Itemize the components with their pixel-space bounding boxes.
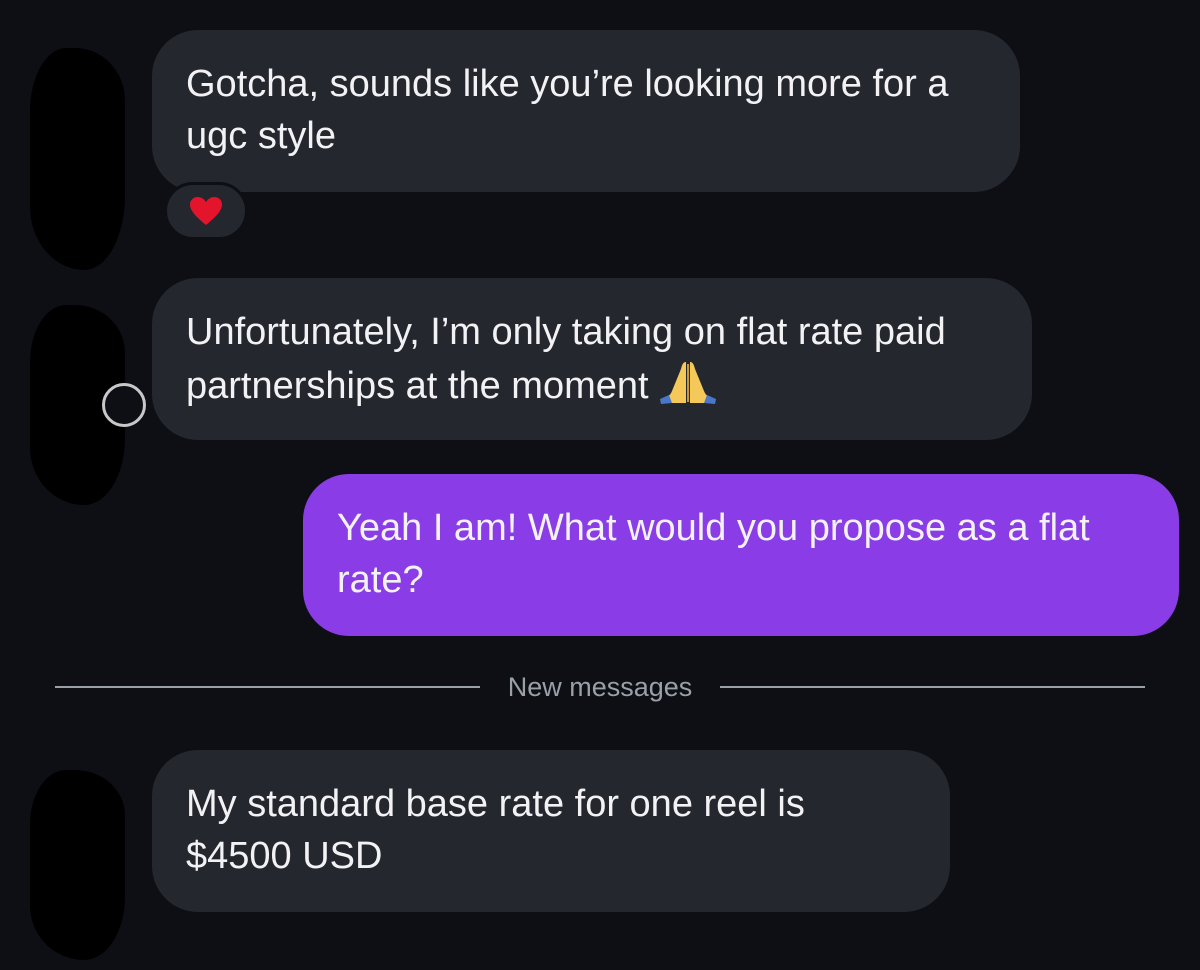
avatar-edge	[102, 383, 146, 427]
message-text: Gotcha, sounds like you’re looking more …	[186, 63, 949, 157]
message-bubble-outgoing[interactable]: Yeah I am! What would you propose as a f…	[303, 474, 1179, 636]
new-messages-divider: New messages	[55, 671, 1146, 702]
folded-hands-icon	[659, 362, 716, 404]
heart-icon	[190, 197, 222, 225]
divider-line	[720, 686, 1146, 688]
message-bubble-incoming[interactable]: Gotcha, sounds like you’re looking more …	[152, 30, 1020, 192]
divider-line	[55, 686, 480, 688]
message-text: Yeah I am! What would you propose as a f…	[337, 507, 1090, 601]
message-bubble-incoming[interactable]: My standard base rate for one reel is $4…	[152, 750, 950, 912]
divider-label: New messages	[507, 671, 693, 702]
message-reaction[interactable]	[164, 182, 248, 240]
message-text: Unfortunately, I’m only taking on flat r…	[186, 311, 946, 407]
message-text: My standard base rate for one reel is $4…	[186, 783, 805, 877]
avatar-redacted[interactable]	[30, 305, 146, 505]
avatar-redacted[interactable]	[30, 770, 125, 960]
message-bubble-incoming[interactable]: Unfortunately, I’m only taking on flat r…	[152, 278, 1032, 440]
avatar-redacted[interactable]	[30, 48, 125, 270]
